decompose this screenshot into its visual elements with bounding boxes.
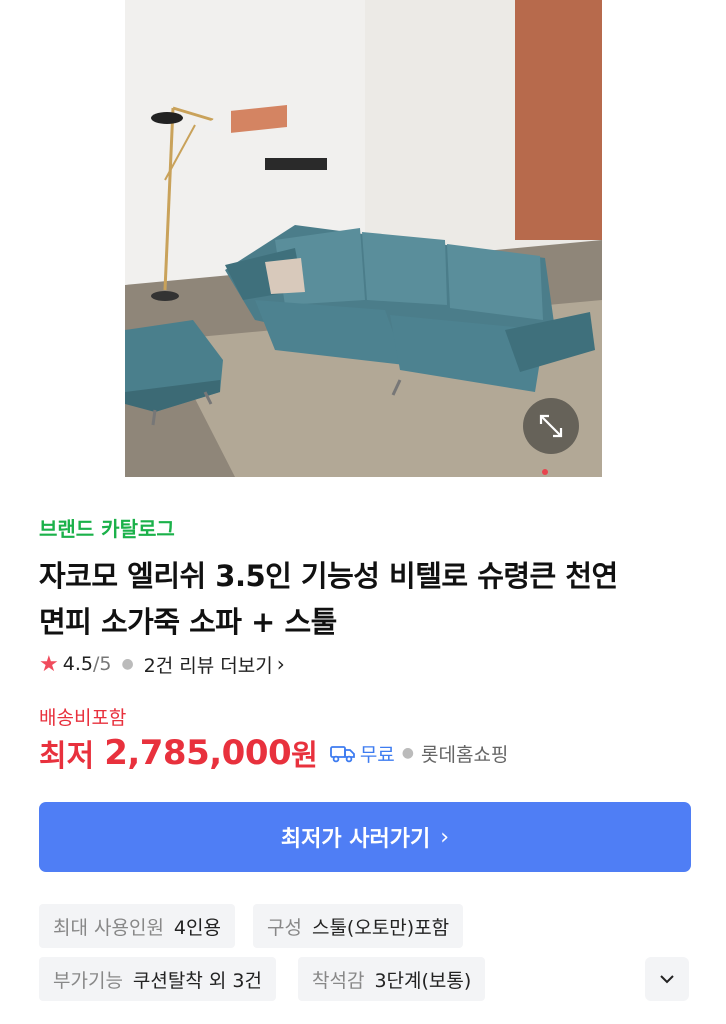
- expand-specs-button[interactable]: [645, 957, 689, 1001]
- spec-chip: 최대 사용인원 4인용: [39, 904, 235, 948]
- expand-arrows-icon: [539, 414, 563, 438]
- spec-key: 최대 사용인원: [53, 916, 164, 939]
- image-pager-dot: [542, 469, 548, 475]
- spec-key: 착석감: [312, 969, 365, 992]
- chevron-down-icon: [660, 975, 674, 984]
- spec-key: 구성: [267, 916, 302, 939]
- delivery-truck-icon: [329, 743, 356, 763]
- spec-chip: 구성 스툴(오토만)포함: [253, 904, 464, 948]
- product-title-line2: 면피 소가죽 소파 + 스툴: [39, 605, 337, 639]
- free-delivery-label: 무료: [359, 743, 395, 766]
- lowest-price-buy-button[interactable]: 최저가 사러가기 ›: [39, 802, 691, 872]
- spec-value: 4인용: [173, 916, 221, 939]
- spec-value: 쿠션탈착 외 3건: [132, 969, 262, 992]
- price-prefix: 최저: [39, 739, 95, 774]
- product-title: 자코모 엘리쉬 3.5인 기능성 비텔로 슈령큰 천연 면피 소가죽 소파 + …: [39, 553, 689, 645]
- spec-chip: 착석감 3단계(보통): [298, 957, 486, 1001]
- separator-dot: ●: [121, 656, 134, 672]
- brand-catalog-link[interactable]: 브랜드 카탈로그: [39, 513, 175, 542]
- shipping-included-label: 배송비포함: [39, 707, 127, 729]
- price-value: 2,785,000: [104, 733, 292, 773]
- review-more-label: 2건 리뷰 더보기: [143, 654, 273, 677]
- price-row: 최저 2,785,000 원 무료 ● 롯데홈쇼핑: [39, 730, 508, 776]
- seller-name: 롯데홈쇼핑: [421, 743, 509, 766]
- separator-dot: ●: [401, 745, 415, 761]
- rating-value: 4.5: [62, 653, 93, 675]
- review-more-link[interactable]: 2건 리뷰 더보기 ›: [144, 651, 285, 678]
- spec-value: 스툴(오토만)포함: [311, 916, 450, 939]
- zoom-button[interactable]: [523, 398, 579, 454]
- spec-key: 부가기능: [53, 969, 123, 992]
- star-icon: ★: [39, 651, 59, 677]
- rating-max: /5: [92, 653, 112, 675]
- rating-row: ★ 4.5 /5 ● 2건 리뷰 더보기 ›: [39, 650, 285, 678]
- product-image[interactable]: [125, 0, 602, 477]
- price-unit: 원: [291, 738, 318, 772]
- cta-label: 최저가 사러가기: [280, 827, 431, 852]
- chevron-right-icon: ›: [276, 652, 285, 676]
- spec-chip: 부가기능 쿠션탈착 외 3건: [39, 957, 276, 1001]
- product-title-line1: 자코모 엘리쉬 3.5인 기능성 비텔로 슈령큰 천연: [39, 559, 618, 593]
- spec-value: 3단계(보통): [374, 969, 472, 992]
- chevron-right-icon: ›: [440, 824, 450, 850]
